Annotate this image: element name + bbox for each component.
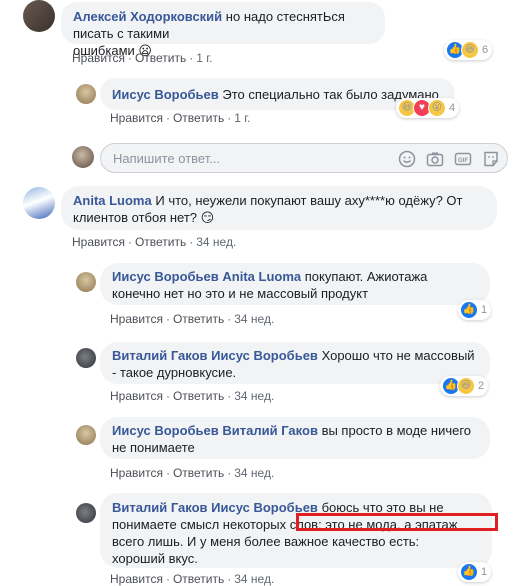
reaction-summary[interactable]: 👍 😆 6 [444,40,493,60]
comment-author[interactable]: Алексей Ходорковский [73,9,222,24]
reaction-count: 2 [478,380,485,392]
avatar[interactable] [23,187,55,219]
like-link[interactable]: Нравится [110,466,163,480]
avatar[interactable] [23,0,55,32]
timestamp[interactable]: 34 нед. [234,312,274,326]
timestamp[interactable]: 1 г. [234,111,250,125]
reaction-count: 4 [449,102,456,114]
avatar[interactable] [76,348,96,368]
comment-actions: Нравится · Ответить · 34 нед. [72,235,237,249]
comment-text: клиентов отбоя нет? 😏 [73,210,215,225]
mention-link[interactable]: Иисус Воробьев [211,348,318,363]
like-icon: 👍 [460,301,478,319]
reply-link[interactable]: Ответить [135,235,186,249]
like-icon: 👍 [460,563,478,581]
reply-link[interactable]: Ответить [135,51,186,65]
reaction-count: 1 [481,304,488,316]
camera-icon[interactable] [426,150,444,168]
comment-text: всего лишь. И у меня более важное качест… [112,534,420,549]
reaction-summary[interactable]: 👍 1 [458,300,492,320]
reply-placeholder: Напишите ответ... [113,151,221,166]
wow-icon: 😮 [428,99,446,117]
comment-text: И что, неужели покупают вашу аху****ю од… [155,193,463,208]
mention-link[interactable]: Anita Luoma [222,269,301,284]
comment-author[interactable]: Иисус Воробьев [112,87,219,102]
comment-text: - такое дурновкусие. [112,365,237,380]
comment-author[interactable]: Виталий Гаков [112,348,208,363]
like-link[interactable]: Нравится [72,235,125,249]
svg-text:GIF: GIF [458,158,468,164]
avatar[interactable] [76,425,96,445]
sticker-icon[interactable] [482,150,500,168]
like-link[interactable]: Нравится [110,572,163,586]
haha-icon: 😆 [461,41,479,59]
comment-bubble: Иисус Воробьев Виталий Гаков вы просто в… [100,417,490,459]
reaction-count: 1 [481,566,488,578]
comment-actions: Нравится · Ответить · 34 нед. [110,389,275,403]
comment-author[interactable]: Anita Luoma [73,193,152,208]
avatar[interactable] [76,272,96,292]
reaction-summary[interactable]: 👍 1 [458,562,492,582]
comment-text: хороший вкус. [112,551,198,566]
comment-text: вы просто в моде ничего [321,423,472,438]
like-link[interactable]: Нравится [110,312,163,326]
haha-icon: 😆 [457,377,475,395]
comment-actions: Нравится · Ответить · 1 г. [72,51,213,65]
timestamp[interactable]: 34 нед. [234,572,274,586]
reply-link[interactable]: Ответить [173,111,224,125]
reply-input[interactable]: Напишите ответ... GIF [100,143,508,173]
emoji-icon[interactable] [398,150,416,168]
timestamp[interactable]: 34 нед. [234,466,274,480]
reaction-summary[interactable]: 👍 😆 2 [440,376,489,396]
timestamp[interactable]: 34 нед. [234,389,274,403]
comment-bubble: Алексей Ходорковский но надо стеснятЬся … [61,2,385,58]
timestamp[interactable]: 34 нед. [196,235,236,249]
comment-actions: Нравится · Ответить · 1 г. [110,111,251,125]
comment-actions: Нравится · Ответить · 34 нед. [110,312,275,326]
reaction-summary[interactable]: 😆 ♥ 😮 4 [396,98,460,118]
comment-text: не понимаете [112,440,195,455]
reply-link[interactable]: Ответить [173,466,224,480]
comment-bubble: Anita Luoma И что, неужели покупают вашу… [61,186,497,230]
reply-link[interactable]: Ответить [173,312,224,326]
avatar[interactable] [76,503,96,523]
reply-link[interactable]: Ответить [173,389,224,403]
like-link[interactable]: Нравится [110,111,163,125]
reply-link[interactable]: Ответить [173,572,224,586]
comment-bubble: Виталий Гаков Иисус Воробьев Хорошо что … [100,342,490,384]
comment-actions: Нравится · Ответить · 34 нед. [110,466,275,480]
comment-bubble: Иисус Воробьев Anita Luoma покупают. Ажи… [100,263,490,305]
highlight-box [296,513,498,531]
avatar[interactable] [76,84,96,104]
comment-author[interactable]: Виталий Гаков [112,500,208,515]
like-link[interactable]: Нравится [72,51,125,65]
comment-text: Хорошо что не массовый [321,348,475,363]
timestamp[interactable]: 1 г. [196,51,212,65]
comment-author[interactable]: Иисус Воробьев [112,269,219,284]
comment-author[interactable]: Иисус Воробьев [112,423,219,438]
comment-actions: Нравится · Ответить · 34 нед. [110,572,275,586]
gif-icon[interactable]: GIF [454,150,472,168]
reaction-count: 6 [482,44,489,56]
current-user-avatar [72,146,94,168]
comment-text: конечно нет но это и не массовый продукт [112,286,369,301]
mention-link[interactable]: Виталий Гаков [222,423,318,438]
comment-text: покупают. Ажиотажа [304,269,428,284]
like-link[interactable]: Нравится [110,389,163,403]
